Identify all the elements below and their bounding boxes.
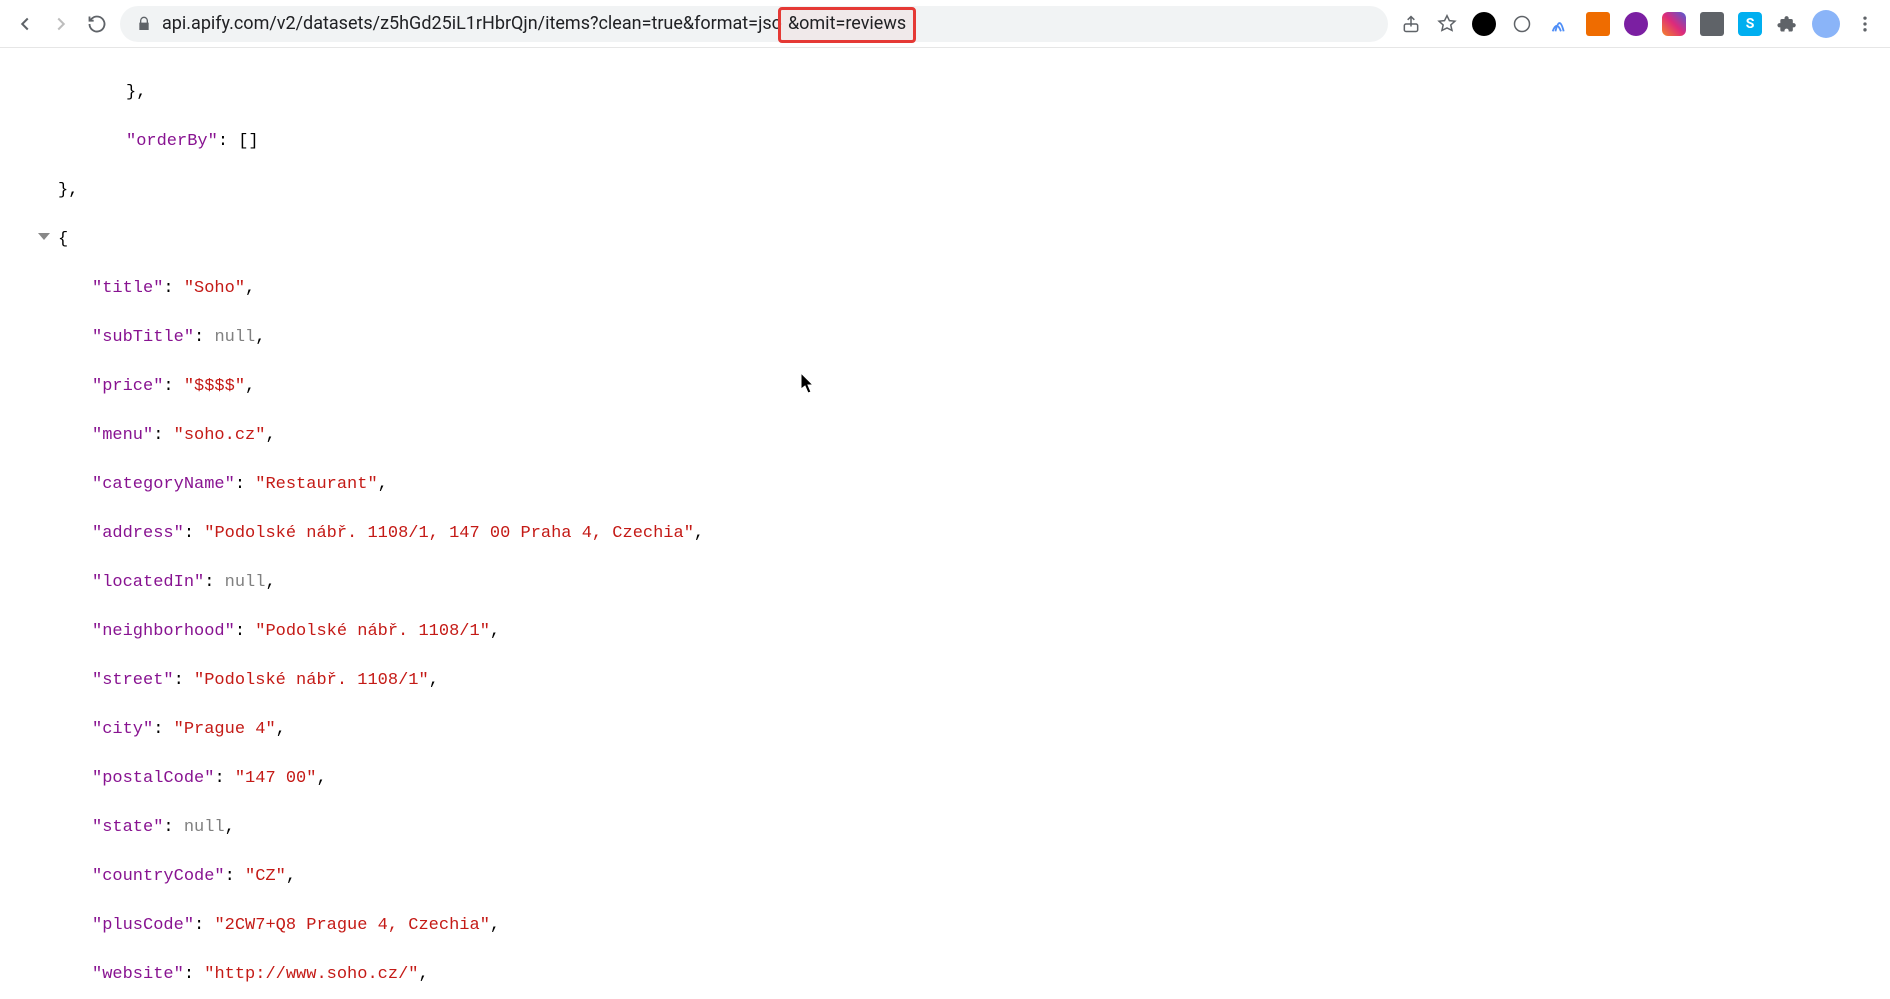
json-object-start: {	[58, 228, 1890, 253]
json-line: "state": null,	[58, 816, 1890, 841]
json-line: "plusCode": "2CW7+Q8 Prague 4, Czechia",	[58, 914, 1890, 939]
json-line: "price": "$$$$",	[58, 375, 1890, 400]
share-icon[interactable]	[1400, 13, 1422, 35]
browser-menu-icon[interactable]	[1854, 13, 1876, 35]
extension-icon-8[interactable]: S	[1738, 12, 1762, 36]
url-base: api.apify.com/v2/datasets/z5hGd25iL1rHbr…	[162, 13, 782, 34]
json-line: "postalCode": "147 00",	[58, 767, 1890, 792]
json-line: "neighborhood": "Podolské nábř. 1108/1",	[58, 620, 1890, 645]
collapse-toggle-icon[interactable]	[38, 233, 50, 240]
profile-avatar[interactable]	[1812, 10, 1840, 38]
forward-button[interactable]	[50, 13, 72, 35]
json-line: "orderBy": []	[58, 130, 1890, 155]
url-text: api.apify.com/v2/datasets/z5hGd25iL1rHbr…	[162, 13, 912, 34]
reload-button[interactable]	[86, 13, 108, 35]
json-line: "city": "Prague 4",	[58, 718, 1890, 743]
address-bar[interactable]: api.apify.com/v2/datasets/z5hGd25iL1rHbr…	[120, 6, 1388, 42]
json-line: "countryCode": "CZ",	[58, 865, 1890, 890]
back-button[interactable]	[14, 13, 36, 35]
mouse-cursor-icon	[760, 348, 776, 370]
extension-icon-6[interactable]	[1662, 12, 1686, 36]
browser-toolbar: api.apify.com/v2/datasets/z5hGd25iL1rHbr…	[0, 0, 1890, 48]
extension-icon-7[interactable]	[1700, 12, 1724, 36]
extension-icon-1[interactable]	[1472, 12, 1496, 36]
json-line: },	[58, 81, 1890, 106]
json-line: "street": "Podolské nábř. 1108/1",	[58, 669, 1890, 694]
json-line: "locatedIn": null,	[58, 571, 1890, 596]
json-line: "subTitle": null,	[58, 326, 1890, 351]
json-line: "menu": "soho.cz",	[58, 424, 1890, 449]
extension-icon-5[interactable]	[1624, 12, 1648, 36]
url-highlighted-param: &omit=reviews	[782, 13, 912, 34]
extensions-puzzle-icon[interactable]	[1776, 13, 1798, 35]
json-line: "address": "Podolské nábř. 1108/1, 147 0…	[58, 522, 1890, 547]
extension-icon-2[interactable]	[1510, 12, 1534, 36]
json-line: "website": "http://www.soho.cz/",	[58, 963, 1890, 988]
json-line: },	[58, 179, 1890, 204]
bookmark-star-icon[interactable]	[1436, 13, 1458, 35]
json-line: "categoryName": "Restaurant",	[58, 473, 1890, 498]
toolbar-right-icons: S	[1400, 10, 1876, 38]
nav-buttons	[14, 13, 108, 35]
json-viewer: }, "orderBy": [] }, { "title": "Soho", "…	[0, 48, 1890, 999]
extension-icon-3[interactable]	[1548, 12, 1572, 36]
json-line: "title": "Soho",	[58, 277, 1890, 302]
lock-icon	[136, 16, 152, 32]
extension-icon-4[interactable]	[1586, 12, 1610, 36]
